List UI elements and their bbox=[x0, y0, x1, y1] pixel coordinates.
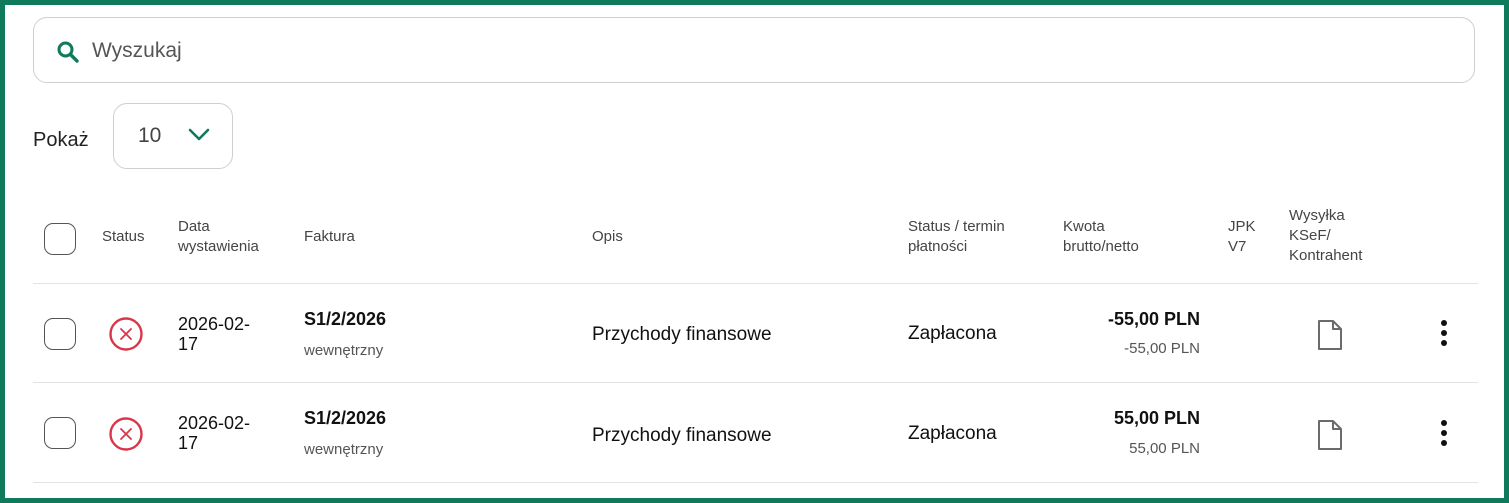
more-vertical-icon[interactable] bbox=[1439, 319, 1449, 347]
document-icon[interactable] bbox=[1316, 318, 1344, 352]
column-header-amount-line1: Kwota bbox=[1063, 218, 1105, 235]
column-header-date[interactable]: Data wystawienia bbox=[178, 217, 259, 257]
column-header-status[interactable]: Status bbox=[102, 227, 145, 247]
issue-date-line1: 2026-02- bbox=[178, 413, 251, 433]
document-icon[interactable] bbox=[1316, 418, 1344, 452]
select-all-checkbox[interactable] bbox=[44, 223, 76, 255]
column-header-jpk[interactable]: JPK V7 bbox=[1228, 217, 1256, 257]
column-header-invoice[interactable]: Faktura bbox=[304, 227, 355, 247]
issue-date-line2: 17 bbox=[178, 334, 199, 354]
column-header-payment-line2: płatności bbox=[908, 238, 968, 255]
search-icon bbox=[57, 41, 79, 63]
search-box[interactable] bbox=[33, 17, 1475, 83]
gross-amount: -55,00 PLN bbox=[1107, 309, 1200, 329]
column-header-payment-status[interactable]: Status / termin płatności bbox=[908, 217, 1005, 257]
error-circle-icon bbox=[109, 417, 143, 451]
row-divider bbox=[33, 482, 1478, 483]
invoice-type: wewnętrzny bbox=[304, 342, 384, 359]
column-header-jpk-line2: V7 bbox=[1228, 238, 1247, 255]
gross-amount: 55,00 PLN bbox=[1113, 408, 1200, 428]
column-header-date-line2: wystawienia bbox=[178, 238, 259, 255]
payment-status: Zapłacona bbox=[908, 423, 997, 444]
column-header-jpk-line1: JPK bbox=[1228, 218, 1256, 235]
column-header-ksef-line1: Wysyłka bbox=[1289, 207, 1345, 224]
issue-date-line1: 2026-02- bbox=[178, 314, 251, 334]
invoice-number[interactable]: S1/2/2026 bbox=[304, 408, 386, 429]
invoice-type: wewnętrzny bbox=[304, 441, 384, 458]
show-label: Pokaż bbox=[33, 129, 89, 151]
column-header-ksef-line2: KSeF/ bbox=[1289, 227, 1331, 244]
search-input[interactable] bbox=[92, 36, 692, 66]
issue-date: 2026-02- 17 bbox=[178, 314, 250, 354]
net-amount: 55,00 PLN bbox=[1129, 440, 1200, 457]
header-divider bbox=[33, 283, 1478, 284]
invoice-description: Przychody finansowe bbox=[592, 425, 772, 446]
column-header-amount[interactable]: Kwota brutto/netto bbox=[1063, 217, 1139, 257]
error-circle-icon bbox=[109, 317, 143, 351]
invoice-description: Przychody finansowe bbox=[592, 324, 772, 345]
column-header-ksef[interactable]: Wysyłka KSeF/ Kontrahent bbox=[1289, 206, 1362, 266]
column-header-description[interactable]: Opis bbox=[592, 227, 623, 247]
column-header-amount-line2: brutto/netto bbox=[1063, 238, 1139, 255]
column-header-date-line1: Data bbox=[178, 218, 210, 235]
page-size-value: 10 bbox=[138, 124, 162, 147]
page-size-select[interactable]: 10 bbox=[113, 103, 233, 169]
row-checkbox[interactable] bbox=[44, 417, 76, 449]
net-amount: -55,00 PLN bbox=[1124, 340, 1200, 357]
row-checkbox[interactable] bbox=[44, 318, 76, 350]
chevron-down-icon bbox=[188, 128, 210, 141]
issue-date-line2: 17 bbox=[178, 433, 199, 453]
row-divider bbox=[33, 382, 1478, 383]
more-vertical-icon[interactable] bbox=[1439, 419, 1449, 447]
issue-date: 2026-02- 17 bbox=[178, 413, 250, 453]
column-header-ksef-line3: Kontrahent bbox=[1289, 247, 1363, 264]
column-header-payment-line1: Status / termin bbox=[908, 218, 1005, 235]
invoice-list-panel: Pokaż 10 Status Data wystawienia Faktura… bbox=[0, 0, 1509, 503]
invoice-number[interactable]: S1/2/2026 bbox=[304, 309, 386, 330]
payment-status: Zapłacona bbox=[908, 323, 997, 344]
